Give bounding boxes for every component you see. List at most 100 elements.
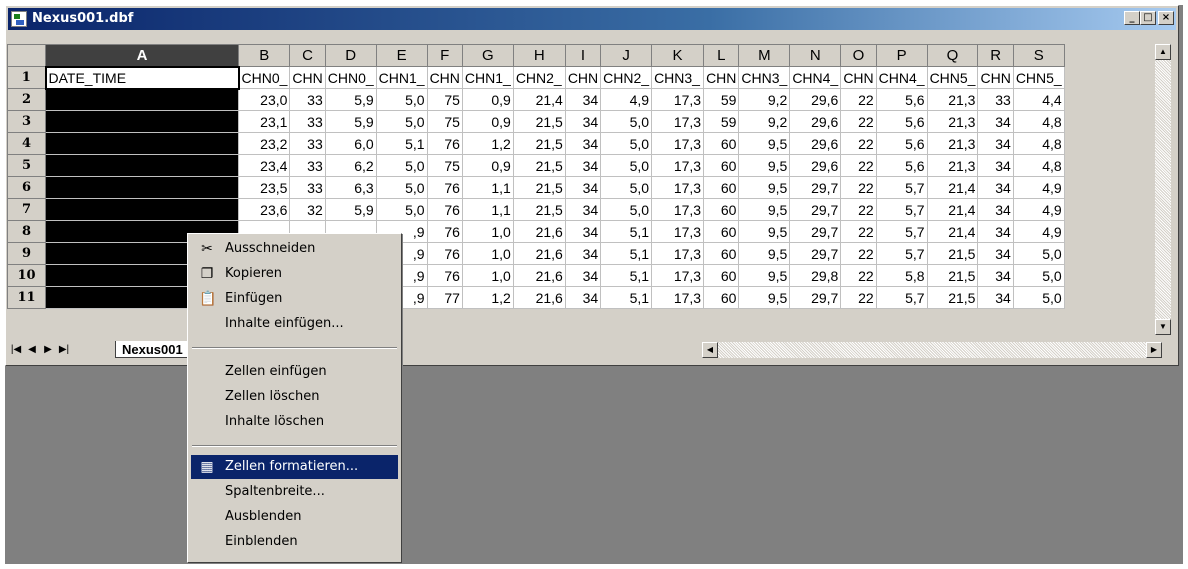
cell[interactable]: CHN5_ <box>1012 66 1065 89</box>
cell[interactable]: 21,3 <box>926 88 979 111</box>
cell[interactable]: DATE_TIME <box>44 65 240 90</box>
cell[interactable]: 0,9 <box>461 88 514 111</box>
cell[interactable]: 5,6 <box>875 88 928 111</box>
cell[interactable]: 5,1 <box>375 132 428 155</box>
column-header[interactable]: D <box>324 44 377 67</box>
cell[interactable]: 17,3 <box>651 198 705 221</box>
cell[interactable]: 0,9 <box>461 110 514 133</box>
cell[interactable]: 34 <box>564 110 602 133</box>
cell[interactable]: 23,1 <box>237 110 291 133</box>
prev-sheet-icon[interactable]: ◀ <box>25 342 39 357</box>
cell[interactable]: 75 <box>426 154 463 177</box>
cell[interactable]: 17,3 <box>651 264 705 287</box>
cell[interactable]: 33 <box>289 176 326 199</box>
row-header[interactable]: 9 <box>7 242 46 265</box>
column-header[interactable]: I <box>564 44 602 67</box>
cell[interactable]: 22 <box>840 110 877 133</box>
cell[interactable]: 33 <box>289 88 326 111</box>
cell[interactable]: 60 <box>703 242 740 265</box>
cell[interactable]: 29,7 <box>789 286 842 309</box>
cell[interactable]: 5,7 <box>875 242 928 265</box>
row-header[interactable]: 6 <box>7 176 46 199</box>
cell[interactable]: 5,0 <box>375 176 428 199</box>
cell[interactable]: 32 <box>289 198 326 221</box>
menu-item-copy[interactable]: ❐ Kopieren <box>191 262 398 286</box>
cell[interactable]: 21,3 <box>926 110 979 133</box>
cell[interactable]: 22 <box>840 154 877 177</box>
cell[interactable]: 22 <box>840 286 877 309</box>
cell[interactable]: 34 <box>564 286 602 309</box>
menu-item-paste-special[interactable]: Inhalte einfügen... <box>191 312 398 336</box>
cell[interactable]: CHN <box>426 66 463 89</box>
cell[interactable]: 5,0 <box>375 154 428 177</box>
maximize-button[interactable]: □ <box>1140 11 1156 25</box>
cell[interactable]: 34 <box>977 110 1014 133</box>
column-header[interactable]: N <box>789 44 842 67</box>
cell[interactable]: 29,6 <box>789 88 842 111</box>
cell[interactable]: 60 <box>703 286 740 309</box>
last-sheet-icon[interactable]: ▶| <box>57 342 71 357</box>
cell[interactable]: 1,1 <box>461 176 514 199</box>
cell[interactable]: 17,3 <box>651 220 705 243</box>
cell[interactable]: 4,9 <box>1012 220 1065 243</box>
next-sheet-icon[interactable]: ▶ <box>41 342 55 357</box>
row-header[interactable]: 3 <box>7 110 46 133</box>
scroll-right-icon[interactable]: ▶ <box>1146 342 1162 358</box>
column-header[interactable]: C <box>289 44 326 67</box>
cell[interactable]: 5,0 <box>375 110 428 133</box>
cell[interactable]: 76 <box>426 198 463 221</box>
cell[interactable]: 23,4 <box>237 154 291 177</box>
cell[interactable]: CHN <box>977 66 1014 89</box>
cell[interactable]: 60 <box>703 176 740 199</box>
cell[interactable]: 5,0 <box>600 154 653 177</box>
cell[interactable]: 21,5 <box>512 176 566 199</box>
cell[interactable]: 34 <box>564 176 602 199</box>
cell[interactable]: 5,1 <box>600 242 653 265</box>
cell[interactable]: 60 <box>703 198 740 221</box>
cell[interactable]: 22 <box>840 132 877 155</box>
row-header[interactable]: 11 <box>7 286 46 309</box>
cell[interactable]: 5,9 <box>324 110 377 133</box>
cell[interactable]: 39073,745833333 <box>45 176 239 199</box>
cell[interactable]: 59 <box>703 88 740 111</box>
cell[interactable]: 17,3 <box>651 286 705 309</box>
cell[interactable]: 77 <box>426 286 463 309</box>
cell[interactable]: 75 <box>426 110 463 133</box>
cell[interactable]: 34 <box>564 88 602 111</box>
select-all-corner[interactable] <box>7 44 46 67</box>
cell[interactable]: 5,0 <box>375 88 428 111</box>
cell[interactable]: 39073,742361111 <box>45 154 239 177</box>
cell[interactable]: 5,0 <box>600 110 653 133</box>
cell[interactable]: 21,5 <box>512 110 566 133</box>
column-header[interactable]: A <box>45 44 239 67</box>
menu-item-column-width[interactable]: Spaltenbreite... <box>191 480 398 504</box>
cell[interactable]: CHN4_ <box>789 66 842 89</box>
cell[interactable]: 4,9 <box>600 88 653 111</box>
cell[interactable]: 21,4 <box>512 88 566 111</box>
cell[interactable]: 34 <box>564 220 602 243</box>
cell[interactable]: 1,1 <box>461 198 514 221</box>
cell[interactable]: 0,9 <box>461 154 514 177</box>
menu-item-unhide[interactable]: Einblenden <box>191 530 398 554</box>
cell[interactable]: 60 <box>703 264 740 287</box>
cell[interactable]: 22 <box>840 264 877 287</box>
cell[interactable]: 1,2 <box>461 286 514 309</box>
cell[interactable]: 5,6 <box>875 154 928 177</box>
scroll-left-icon[interactable]: ◀ <box>702 342 718 358</box>
cell[interactable]: 22 <box>840 176 877 199</box>
cell[interactable]: 5,0 <box>1012 242 1065 265</box>
cell[interactable]: 34 <box>977 286 1014 309</box>
cell[interactable]: CHN3_ <box>738 66 791 89</box>
row-header[interactable]: 7 <box>7 198 46 221</box>
cell[interactable]: 5,0 <box>600 132 653 155</box>
cell[interactable]: 22 <box>840 242 877 265</box>
cell[interactable]: 6,2 <box>324 154 377 177</box>
sheet-tab[interactable]: Nexus001 <box>115 341 190 358</box>
cell[interactable]: 21,5 <box>926 286 979 309</box>
column-header[interactable]: R <box>977 44 1014 67</box>
cell[interactable]: 29,8 <box>789 264 842 287</box>
row-header[interactable]: 10 <box>7 264 46 287</box>
cell[interactable]: 39073,749305556 <box>45 198 239 221</box>
row-header[interactable]: 1 <box>7 66 46 89</box>
cell[interactable]: 5,6 <box>875 132 928 155</box>
